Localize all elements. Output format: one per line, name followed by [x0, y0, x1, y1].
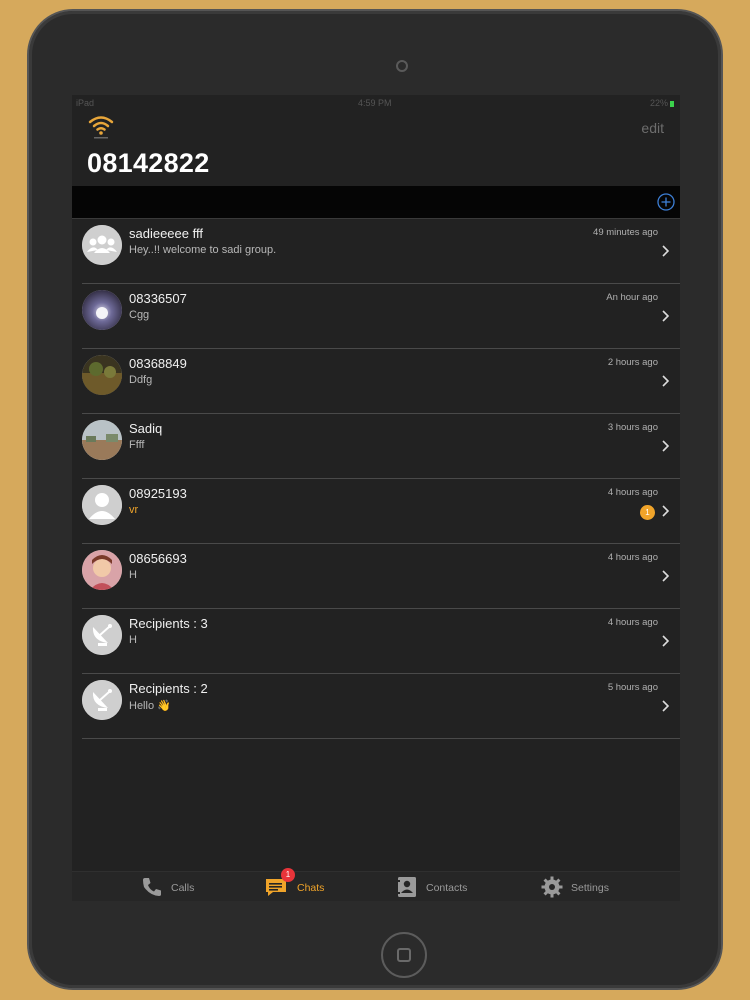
chevron-right-icon	[662, 310, 670, 322]
unread-badge: 1	[640, 505, 655, 520]
chat-name: 08336507	[129, 291, 187, 306]
chat-list: sadieeeee fff Hey..!! welcome to sadi gr…	[82, 219, 680, 739]
portrait-photo-avatar	[82, 550, 122, 590]
battery-percent: 22%	[649, 98, 668, 108]
chat-name: 08656693	[129, 551, 187, 566]
battery-icon	[670, 100, 674, 107]
avatar	[82, 485, 122, 525]
chat-timestamp: 5 hours ago	[607, 682, 658, 693]
chat-preview: Ffff	[129, 439, 145, 451]
chat-timestamp: 49 minutes ago	[593, 227, 658, 238]
avatar	[82, 420, 122, 460]
chat-row[interactable]: 08656693 H 4 hours ago	[82, 544, 680, 609]
add-chat-icon[interactable]	[657, 193, 675, 211]
chat-timestamp: 4 hours ago	[607, 617, 658, 628]
tab-label: Settings	[571, 882, 609, 894]
avatar	[82, 355, 122, 395]
status-bar: iPad 4:59 PM 22%	[72, 95, 680, 111]
tab-label: Chats	[297, 882, 325, 894]
chat-preview: Hello 👋	[129, 700, 171, 712]
wifi-logo-icon	[88, 116, 114, 139]
chevron-right-icon	[662, 700, 670, 712]
chat-row[interactable]: 08368849 Ddfg 2 hours ago	[82, 349, 680, 414]
avatar	[82, 225, 122, 265]
chat-timestamp: 2 hours ago	[607, 357, 658, 368]
landscape-photo-avatar	[82, 355, 122, 395]
broadcast-icon	[82, 615, 122, 655]
chat-timestamp: 4 hours ago	[607, 552, 658, 563]
chat-timestamp: An hour ago	[606, 292, 658, 303]
tab-label: Calls	[171, 882, 195, 894]
gear-icon	[541, 876, 563, 898]
battery-indicator: 22%	[650, 98, 674, 108]
chat-name: 08368849	[129, 356, 187, 371]
contacts-icon	[397, 877, 416, 897]
chevron-right-icon	[662, 635, 670, 647]
chats-badge: 1	[281, 868, 295, 882]
chat-row[interactable]: Recipients : 2 Hello 👋 5 hours ago	[82, 674, 680, 739]
tab-label: Contacts	[426, 882, 468, 894]
chat-row[interactable]: 08925193 vr 4 hours ago 1	[82, 479, 680, 544]
broadcast-icon	[82, 680, 122, 720]
chat-row[interactable]: sadieeeee fff Hey..!! welcome to sadi gr…	[82, 219, 680, 284]
phone-icon	[143, 878, 161, 896]
chat-timestamp: 4 hours ago	[607, 487, 658, 498]
chat-timestamp: 3 hours ago	[607, 422, 658, 433]
home-button[interactable]	[381, 932, 427, 978]
avatar	[82, 615, 122, 655]
chat-row[interactable]: Recipients : 3 H 4 hours ago	[82, 609, 680, 674]
chat-preview: H	[129, 634, 137, 646]
chevron-right-icon	[662, 440, 670, 452]
front-camera	[396, 60, 408, 72]
chat-preview: vr	[129, 504, 139, 516]
chat-name: sadieeeee fff	[129, 226, 203, 241]
field-photo-avatar	[82, 420, 122, 460]
avatar	[82, 680, 122, 720]
toolbar-strip	[72, 186, 680, 219]
chat-name: 08925193	[129, 486, 187, 501]
chat-name: Recipients : 2	[129, 681, 208, 696]
apple-photo-avatar	[82, 290, 122, 330]
chat-preview: Cgg	[129, 309, 150, 321]
chevron-right-icon	[662, 570, 670, 582]
chat-name: Sadiq	[129, 421, 163, 436]
chat-preview: Ddfg	[129, 374, 153, 386]
chat-preview: H	[129, 569, 137, 581]
chevron-right-icon	[662, 245, 670, 257]
page-title: 08142822	[87, 148, 210, 178]
app-screen: iPad 4:59 PM 22% edit 08142822 sadieeeee…	[72, 95, 680, 901]
chat-preview: Hey..!! welcome to sadi group.	[129, 244, 277, 256]
tab-calls[interactable]: Calls	[140, 872, 210, 901]
chevron-right-icon	[662, 375, 670, 387]
group-icon	[82, 225, 122, 265]
chat-row[interactable]: 08336507 Cgg An hour ago	[82, 284, 680, 349]
edit-button[interactable]: edit	[641, 120, 664, 136]
chat-name: Recipients : 3	[129, 616, 208, 631]
tab-contacts[interactable]: Contacts	[395, 872, 485, 901]
chevron-right-icon	[662, 505, 670, 517]
avatar	[82, 550, 122, 590]
status-time: 4:59 PM	[358, 98, 392, 108]
tab-chats[interactable]: 1 Chats	[264, 868, 344, 901]
avatar	[82, 290, 122, 330]
chat-row[interactable]: Sadiq Ffff 3 hours ago	[82, 414, 680, 479]
tab-bar: Calls 1 Chats Contacts Settings	[72, 868, 680, 901]
tab-settings[interactable]: Settings	[540, 872, 630, 901]
person-icon	[82, 485, 122, 525]
carrier-label: iPad	[76, 98, 95, 108]
